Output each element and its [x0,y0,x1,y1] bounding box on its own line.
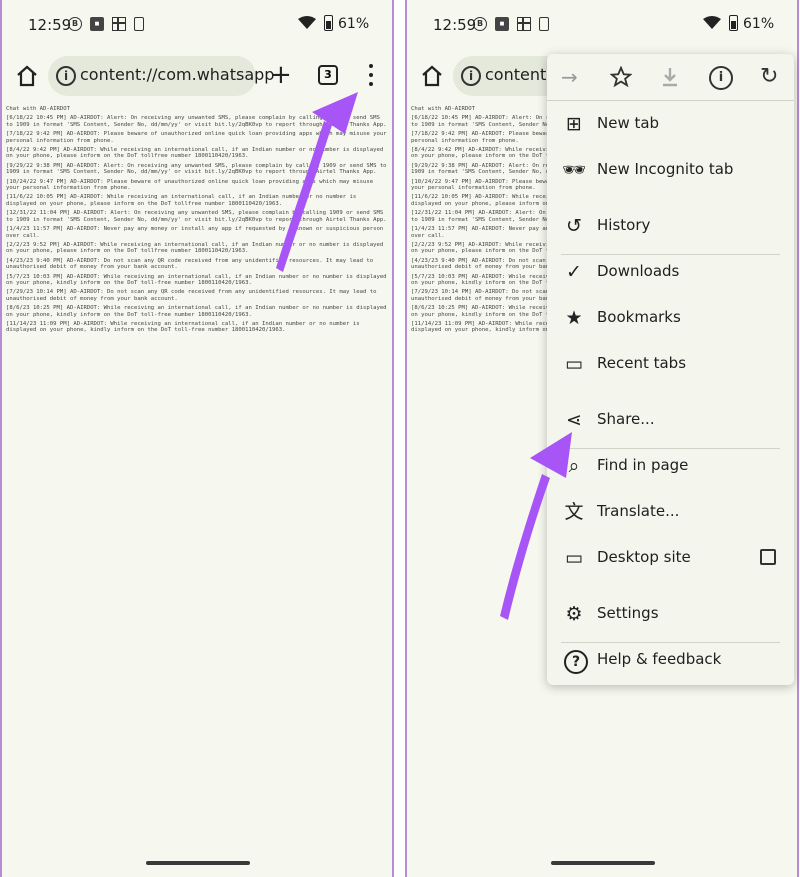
annotation-arrows [276,92,572,620]
arrow-right [500,432,572,620]
arrow-left [276,92,358,272]
